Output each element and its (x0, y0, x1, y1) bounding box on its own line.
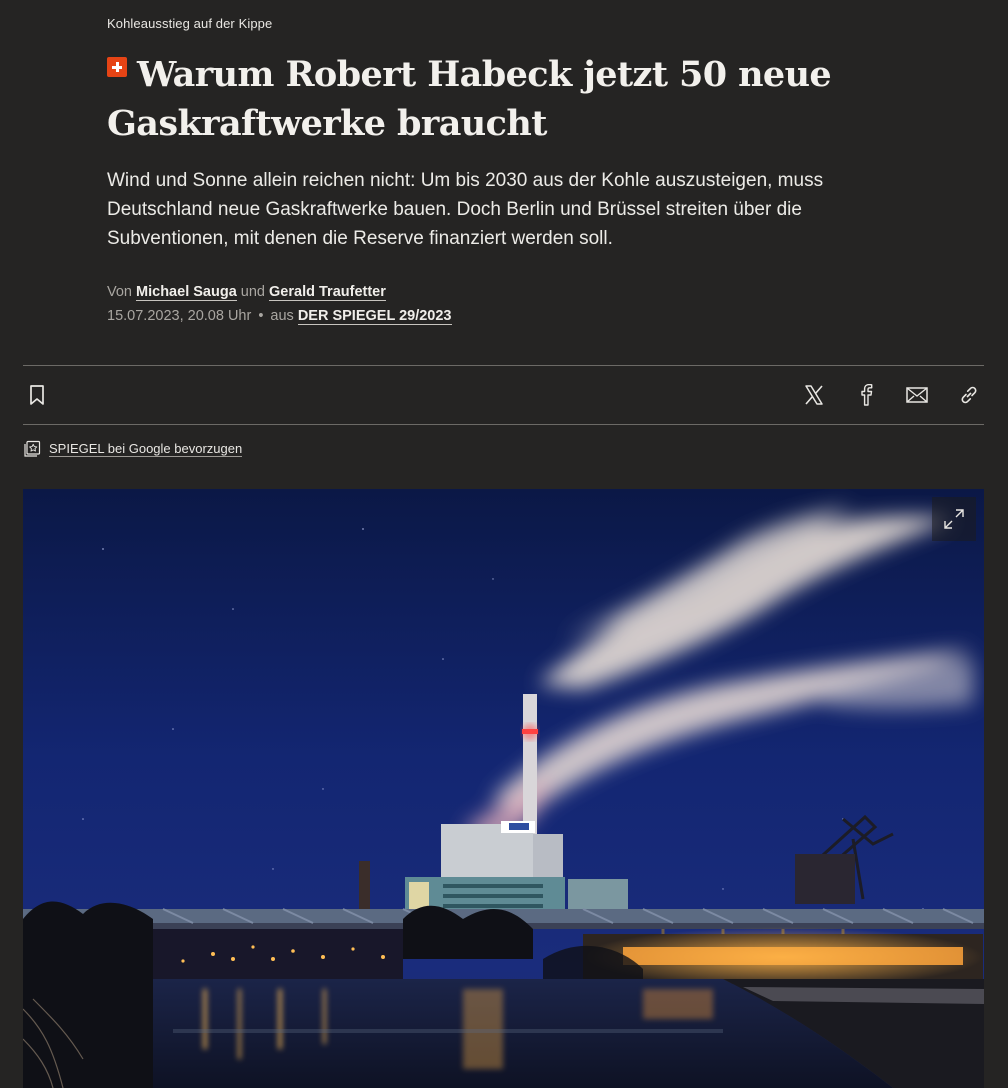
author-link-2[interactable]: Gerald Traufetter (269, 284, 386, 301)
divider-bottom (23, 424, 984, 425)
expand-image-button[interactable] (932, 497, 976, 541)
share-facebook-button[interactable] (854, 383, 878, 407)
headline-text: Warum Robert Habeck jetzt 50 neue Gaskra… (107, 54, 832, 144)
publish-date: 15.07.2023, 20.08 Uhr (107, 308, 252, 324)
share-x-button[interactable] (802, 383, 826, 407)
bookmark-icon (30, 385, 44, 405)
share-mail-button[interactable] (905, 383, 929, 407)
facebook-icon (861, 384, 873, 406)
byline: Von Michael Sauga und Gerald Traufetter (107, 283, 386, 302)
source-prefix: aus (270, 308, 294, 324)
mail-icon (906, 387, 928, 403)
power-plant-night-photo (23, 489, 984, 1088)
article-lead: Wind und Sonne allein reichen nicht: Um … (107, 170, 824, 249)
spiegel-plus-badge (107, 57, 127, 77)
hero-image[interactable] (23, 489, 984, 1088)
issue-link[interactable]: DER SPIEGEL 29/2023 (297, 308, 452, 325)
author-link-1[interactable]: Michael Sauga (136, 284, 237, 301)
copy-link-button[interactable] (957, 383, 981, 407)
google-preference-label: SPIEGEL bei Google bevorzugen (49, 441, 243, 457)
google-preference-link[interactable]: SPIEGEL bei Google bevorzugen (23, 440, 243, 458)
link-icon (961, 386, 977, 404)
x-icon (805, 385, 823, 405)
meta-separator: • (258, 308, 264, 324)
divider-top (23, 365, 984, 366)
article-kicker: Kohleausstieg auf der Kippe (107, 16, 273, 31)
byline-conjunction: und (240, 284, 265, 300)
bookmark-button[interactable] (25, 383, 49, 407)
expand-icon (944, 509, 964, 529)
article-meta: 15.07.2023, 20.08 Uhr • aus DER SPIEGEL 29… (107, 307, 452, 326)
byline-prefix: Von (107, 284, 132, 300)
star-image-icon (24, 440, 41, 457)
article-headline: Warum Robert Habeck jetzt 50 neue Gaskra… (107, 50, 887, 148)
